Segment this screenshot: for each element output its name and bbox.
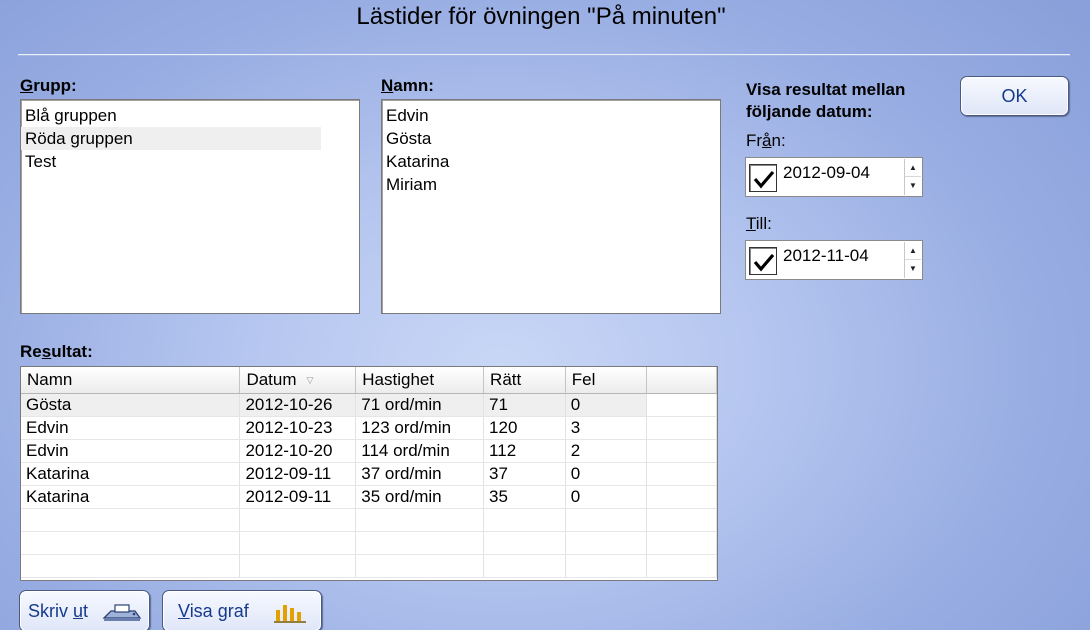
cell-filler [646, 416, 717, 440]
name-item-katarina[interactable]: Katarina [382, 150, 720, 173]
from-date-checkbox[interactable] [749, 164, 777, 192]
spin-down-icon[interactable]: ▼ [905, 177, 921, 195]
window-title: Lästider för övningen "På minuten" [356, 3, 726, 30]
print-button[interactable]: Skriv ut [19, 590, 150, 630]
cell-speed: 123 ord/min [355, 416, 485, 440]
cell-right: 112 [483, 439, 566, 463]
cell-name: Katarina [21, 462, 241, 486]
cell-name: Katarina [21, 485, 241, 509]
column-header-namn[interactable]: Namn [21, 367, 241, 394]
table-row[interactable]: Katarina 2012-09-11 35 ord/min 35 0 [21, 485, 717, 509]
sort-descending-icon: ▽ [306, 374, 314, 385]
spin-down-icon[interactable]: ▼ [905, 260, 921, 278]
group-item-bla[interactable]: Blå gruppen [21, 104, 359, 127]
names-label-rest: amn: [393, 76, 434, 95]
checkmark-icon [753, 170, 775, 189]
results-table[interactable]: Namn Datum ▽ Hastighet Rätt Fel Gösta 201… [20, 366, 718, 581]
to-date-spinner[interactable]: ▲ ▼ [904, 242, 921, 278]
table-row-empty [21, 508, 717, 532]
from-label: Från: [746, 131, 786, 151]
cell-speed: 35 ord/min [355, 485, 485, 509]
bar-chart-icon [274, 605, 306, 623]
cell-speed: 71 ord/min [355, 393, 485, 417]
cell-speed: 37 ord/min [355, 462, 485, 486]
table-row[interactable]: Katarina 2012-09-11 37 ord/min 37 0 [21, 462, 717, 486]
date-filter-heading: Visa resultat mellan följande datum: [746, 79, 905, 123]
group-label-rest: rupp: [33, 76, 77, 95]
printer-icon [102, 604, 142, 621]
show-graph-button-label: Visa graf [178, 600, 249, 621]
group-item-roda[interactable]: Röda gruppen [21, 127, 321, 150]
cell-date: 2012-09-11 [239, 462, 357, 486]
date-filter-heading-line2: följande datum: [746, 102, 873, 121]
cell-filler [646, 462, 717, 486]
to-date-checkbox[interactable] [749, 247, 777, 275]
column-header-ratt[interactable]: Rätt [483, 367, 566, 394]
table-row[interactable]: Edvin 2012-10-20 114 ord/min 112 2 [21, 439, 717, 463]
from-date-picker[interactable]: 2012-09-04 ▲ ▼ [745, 157, 923, 197]
to-date-picker[interactable]: 2012-11-04 ▲ ▼ [745, 240, 923, 280]
spin-up-icon[interactable]: ▲ [905, 242, 921, 260]
results-label-a: Re [20, 342, 42, 361]
group-item-test[interactable]: Test [21, 150, 359, 173]
group-label-mnemonic: G [20, 76, 34, 95]
column-header-fel[interactable]: Fel [565, 367, 648, 394]
results-label: Resultat: [20, 342, 93, 362]
group-listbox[interactable]: Blå gruppen Röda gruppen Test [20, 99, 360, 314]
cell-wrong: 3 [565, 416, 648, 440]
cell-wrong: 2 [565, 439, 648, 463]
cell-wrong: 0 [565, 485, 648, 509]
name-item-edvin[interactable]: Edvin [382, 104, 720, 127]
cell-right: 35 [483, 485, 566, 509]
spin-up-icon[interactable]: ▲ [905, 159, 921, 177]
cell-date: 2012-09-11 [239, 485, 357, 509]
cell-filler [646, 485, 717, 509]
column-header-filler [646, 367, 717, 394]
table-row-empty [21, 554, 717, 578]
group-label: Grupp: [20, 76, 77, 96]
from-label-b: n: [771, 131, 786, 150]
cell-name: Edvin [21, 416, 241, 440]
from-label-a: Fr [746, 131, 763, 150]
print-button-label: Skriv ut [28, 600, 89, 621]
table-row-empty [21, 531, 717, 555]
name-item-gosta[interactable]: Gösta [382, 127, 720, 150]
to-date-value[interactable]: 2012-11-04 [783, 246, 869, 266]
cell-name: Gösta [21, 393, 241, 417]
cell-date: 2012-10-23 [239, 416, 357, 440]
column-header-datum[interactable]: Datum ▽ [239, 367, 357, 394]
cell-wrong: 0 [565, 393, 648, 417]
results-label-b: ultat: [51, 342, 93, 361]
name-item-miriam[interactable]: Miriam [382, 173, 720, 196]
table-row[interactable]: Gösta 2012-10-26 71 ord/min 71 0 [21, 393, 717, 417]
cell-filler [646, 393, 717, 417]
cell-name: Edvin [21, 439, 241, 463]
checkmark-icon [753, 253, 775, 272]
cell-filler [646, 439, 717, 463]
from-date-value[interactable]: 2012-09-04 [783, 163, 870, 183]
to-label-mnemonic: T [746, 214, 756, 233]
cell-speed: 114 ord/min [355, 439, 485, 463]
cell-right: 71 [483, 393, 566, 417]
from-date-spinner[interactable]: ▲ ▼ [904, 159, 921, 195]
column-header-hastighet[interactable]: Hastighet [355, 367, 485, 394]
ok-button[interactable]: OK [960, 76, 1069, 116]
show-graph-button[interactable]: Visa graf [162, 590, 322, 630]
names-label-mnemonic: N [381, 76, 394, 95]
results-label-mnemonic: s [41, 342, 52, 361]
to-label: Till: [746, 214, 772, 234]
cell-right: 37 [483, 462, 566, 486]
table-row[interactable]: Edvin 2012-10-23 123 ord/min 120 3 [21, 416, 717, 440]
cell-right: 120 [483, 416, 566, 440]
table-header-row: Namn Datum ▽ Hastighet Rätt Fel [21, 367, 717, 394]
cell-date: 2012-10-26 [239, 393, 357, 417]
from-label-mnemonic: å [762, 131, 772, 150]
date-filter-heading-line1: Visa resultat mellan [746, 80, 906, 99]
header-divider [18, 54, 1070, 56]
cell-wrong: 0 [565, 462, 648, 486]
names-listbox[interactable]: Edvin Gösta Katarina Miriam [381, 99, 721, 314]
to-label-b: ill: [755, 214, 772, 233]
names-label: Namn: [381, 76, 434, 96]
cell-date: 2012-10-20 [239, 439, 357, 463]
